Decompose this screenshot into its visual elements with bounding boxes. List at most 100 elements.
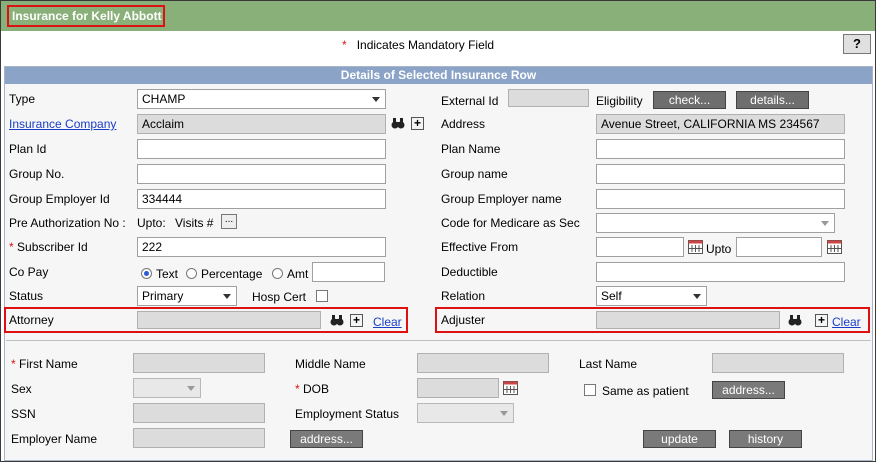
employer-name-label: Employer Name: [11, 432, 98, 446]
update-button[interactable]: update: [643, 430, 716, 448]
dob-required: *: [295, 382, 300, 396]
effective-from-label: Effective From: [441, 240, 519, 254]
copay-text-radio[interactable]: [141, 268, 152, 279]
attorney-add-icon[interactable]: +: [350, 314, 363, 327]
history-button[interactable]: history: [729, 430, 802, 448]
sex-select: [133, 378, 201, 398]
hosp-cert-label: Hosp Cert: [252, 290, 307, 304]
group-no-label: Group No.: [9, 167, 65, 181]
adjuster-clear-link[interactable]: Clear: [832, 315, 861, 329]
dob-label-text: DOB: [303, 382, 330, 396]
plan-id-label: Plan Id: [9, 142, 47, 156]
copay-input[interactable]: [312, 262, 385, 282]
effective-from-input[interactable]: [596, 237, 684, 257]
type-select[interactable]: CHAMP: [137, 89, 386, 109]
copay-text-label: Text: [156, 267, 179, 281]
dob-label: * DOB: [295, 382, 329, 396]
relation-select[interactable]: Self: [596, 286, 707, 306]
employment-status-label: Employment Status: [295, 407, 400, 421]
middle-name-field: [417, 353, 549, 373]
employer-name-field: [133, 428, 265, 448]
copay-percentage-radio[interactable]: [186, 268, 197, 279]
add-insurance-company-icon[interactable]: +: [411, 117, 424, 130]
subscriber-address-button[interactable]: address...: [712, 381, 785, 399]
same-as-patient-label: Same as patient: [602, 384, 689, 398]
effective-upto-input[interactable]: [736, 237, 822, 257]
panel-title: Details of Selected Insurance Row: [5, 67, 872, 84]
insurance-company-field: Acclaim: [137, 114, 386, 134]
medicare-code-select[interactable]: [596, 213, 835, 233]
group-name-label: Group name: [441, 167, 508, 181]
hosp-cert-checkbox[interactable]: [316, 290, 328, 302]
employment-status-select: [417, 403, 514, 423]
eligibility-check-button[interactable]: check...: [653, 91, 726, 109]
insurance-company-value: Acclaim: [142, 117, 185, 131]
group-employer-id-input[interactable]: 334444: [137, 189, 386, 209]
copay-amt-radio[interactable]: [272, 268, 283, 279]
adjuster-field: [596, 311, 780, 329]
same-as-patient-checkbox[interactable]: [584, 384, 596, 396]
eligibility-details-button[interactable]: details...: [736, 91, 809, 109]
attorney-label: Attorney: [9, 313, 54, 327]
insurance-company-link[interactable]: Insurance Company: [9, 117, 116, 131]
help-button[interactable]: ?: [843, 34, 871, 54]
sex-label: Sex: [11, 382, 32, 396]
last-name-field: [712, 353, 844, 373]
copay-label: Co Pay: [9, 265, 49, 279]
preauth-visits-label: Visits #: [175, 216, 214, 230]
subscriber-id-required: *: [9, 240, 14, 254]
binoculars-icon[interactable]: [391, 116, 405, 130]
group-employer-id-label: Group Employer Id: [9, 192, 110, 206]
attorney-binoculars-icon[interactable]: [330, 313, 344, 327]
plan-name-input[interactable]: [596, 139, 845, 159]
effective-from-calendar-icon[interactable]: [688, 239, 703, 254]
address-value: Avenue Street, CALIFORNIA MS 234567: [601, 117, 820, 131]
plan-id-input[interactable]: [137, 139, 386, 159]
status-select[interactable]: Primary: [137, 286, 237, 306]
external-id-field: [508, 89, 589, 107]
subscriber-id-label: * Subscriber Id: [9, 240, 88, 254]
attorney-field: [137, 311, 321, 329]
employer-address-button[interactable]: address...: [290, 430, 363, 448]
preauth-lookup-button[interactable]: ...: [221, 214, 237, 229]
medicare-code-label: Code for Medicare as Sec: [441, 216, 580, 230]
dob-field: [417, 378, 499, 398]
adjuster-label: Adjuster: [441, 313, 486, 327]
eligibility-label: Eligibility: [596, 94, 643, 108]
effective-upto-label: Upto: [706, 242, 732, 256]
relation-select-value: Self: [601, 289, 622, 303]
status-select-value: Primary: [142, 289, 184, 303]
middle-name-label: Middle Name: [295, 357, 366, 371]
mandatory-note: * Indicates Mandatory Field: [342, 38, 494, 52]
ssn-field: [133, 403, 265, 423]
last-name-label: Last Name: [579, 357, 638, 371]
adjuster-binoculars-icon[interactable]: [788, 313, 802, 327]
type-select-value: CHAMP: [142, 92, 186, 106]
subscriber-id-input[interactable]: 222: [137, 237, 386, 257]
plan-name-label: Plan Name: [441, 142, 501, 156]
preauth-label: Pre Authorization No :: [9, 216, 126, 230]
deductible-input[interactable]: [596, 262, 845, 282]
first-name-field: [133, 353, 265, 373]
adjuster-add-icon[interactable]: +: [815, 314, 828, 327]
external-id-label: External Id: [441, 94, 499, 108]
group-employer-id-value: 334444: [142, 192, 183, 206]
subscriber-id-label-text: Subscriber Id: [17, 240, 88, 254]
effective-upto-calendar-icon[interactable]: [827, 239, 842, 254]
group-no-input[interactable]: [137, 164, 386, 184]
address-label: Address: [441, 117, 486, 131]
window-title: Insurance for Kelly Abbott: [12, 9, 162, 23]
mandatory-note-text: Indicates Mandatory Field: [356, 38, 495, 52]
dob-calendar-icon[interactable]: [503, 380, 518, 395]
attorney-clear-link[interactable]: Clear: [373, 315, 402, 329]
subscriber-id-value: 222: [142, 240, 163, 254]
group-employer-name-label: Group Employer name: [441, 192, 562, 206]
first-name-label-text: First Name: [19, 357, 78, 371]
preauth-upto-label: Upto:: [137, 216, 166, 230]
relation-label: Relation: [441, 289, 486, 303]
type-label: Type: [9, 92, 36, 106]
first-name-label: * First Name: [11, 357, 78, 371]
group-name-input[interactable]: [596, 164, 845, 184]
copay-amt-label: Amt: [287, 267, 309, 281]
group-employer-name-input[interactable]: [596, 189, 845, 209]
